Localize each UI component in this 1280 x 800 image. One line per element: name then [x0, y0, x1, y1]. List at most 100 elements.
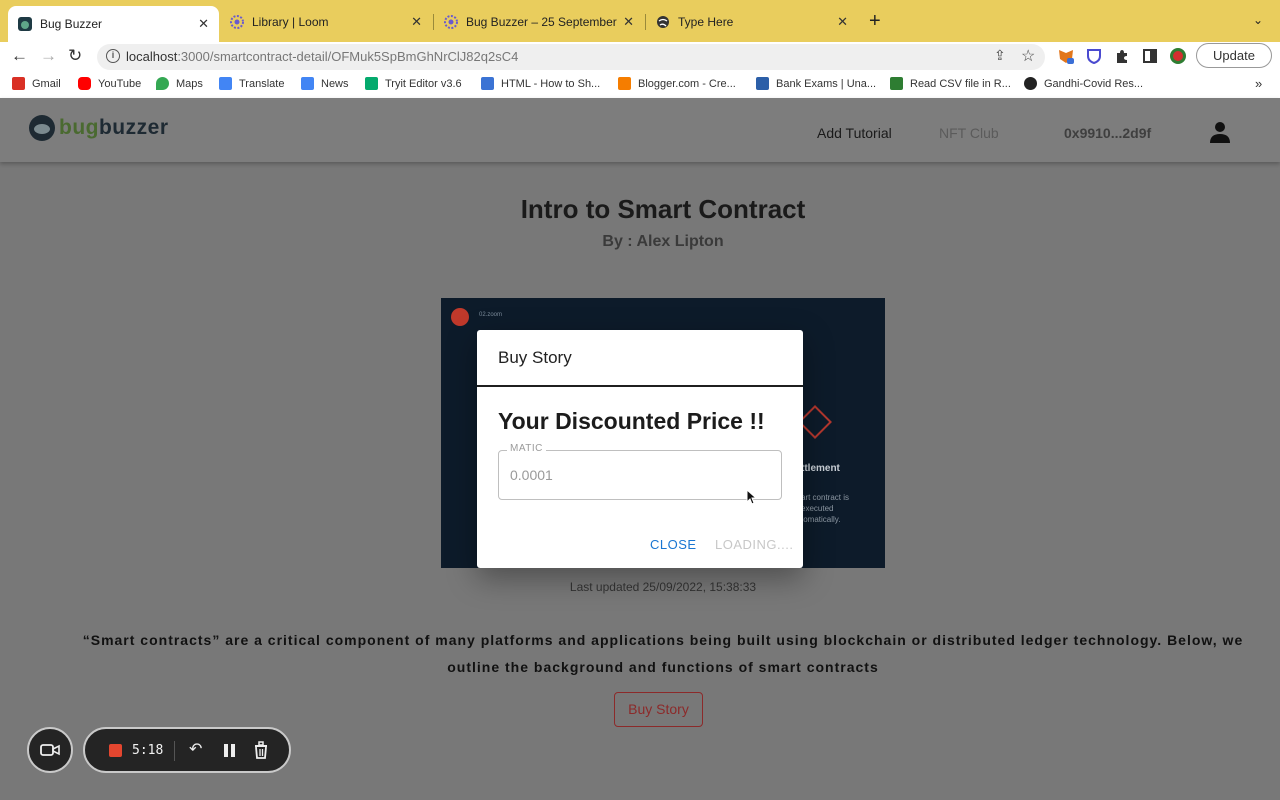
tab-search-chevron-icon[interactable]: ⌄ — [1253, 13, 1263, 27]
bookmark-label: Bank Exams | Una... — [776, 77, 877, 90]
news-icon — [301, 77, 314, 90]
bookmark-label: Translate — [239, 77, 285, 90]
new-tab-button[interactable]: + — [869, 11, 881, 31]
update-button[interactable]: Update — [1196, 43, 1272, 68]
tab-title: Bug Buzzer – 25 September 20 — [466, 15, 618, 29]
globe-icon — [656, 15, 670, 29]
dialog-title: Buy Story — [498, 348, 572, 367]
bookmark-label: Tryit Editor v3.6 — [385, 77, 462, 90]
close-icon[interactable]: ✕ — [623, 14, 634, 30]
bookmark-label: News — [321, 77, 349, 90]
loom-icon — [444, 15, 458, 29]
bugbuzzer-logo[interactable]: bug buzzer — [29, 115, 169, 141]
bookmark-label: Read CSV file in R... — [910, 77, 1011, 90]
matic-price-input[interactable] — [510, 467, 770, 483]
mouse-cursor-icon — [746, 489, 756, 505]
bookmark-label: Gandhi-Covid Res... — [1044, 77, 1144, 90]
video-small-label: 02.zoom — [479, 312, 503, 318]
bookmark-label: Blogger.com - Cre... — [638, 77, 736, 90]
tab-title: Bug Buzzer — [40, 17, 103, 31]
recording-timer: 5:18 — [132, 743, 164, 758]
bookmark-tryit-editor[interactable]: Tryit Editor v3.6 — [365, 77, 462, 90]
more-bookmarks-icon[interactable]: » — [1255, 76, 1262, 91]
bookmark-blogger[interactable]: Blogger.com - Cre... — [618, 77, 736, 90]
nav-add-tutorial[interactable]: Add Tutorial — [817, 125, 892, 141]
video-camera-icon — [40, 744, 60, 756]
bookmark-news[interactable]: News — [301, 77, 349, 90]
bookmark-star-icon[interactable]: ☆ — [1021, 46, 1035, 66]
bookmarks-bar: Gmail YouTube Maps Translate News Tryit … — [0, 72, 1280, 98]
nav-nft-club[interactable]: NFT Club — [939, 125, 999, 141]
w3schools-icon — [365, 77, 378, 90]
wallet-address[interactable]: 0x9910...2d9f — [1064, 125, 1151, 141]
video-heading-text: ttlement — [801, 463, 840, 474]
tab-type-here[interactable]: Type Here ✕ — [646, 7, 858, 37]
restart-undo-icon[interactable]: ↶ — [189, 739, 202, 759]
user-account-icon[interactable] — [1208, 120, 1232, 144]
story-description: “Smart contracts” are a critical compone… — [82, 632, 1244, 675]
close-button[interactable]: CLOSE — [650, 537, 697, 552]
tab-title: Type Here — [678, 15, 734, 29]
url-path: :3000/smartcontract-detail/OFMuk5SpBmGhN… — [177, 49, 519, 64]
video-diamond-graphic — [798, 405, 832, 439]
logo-text-buzzer: buzzer — [98, 116, 169, 139]
metamask-extension-icon[interactable] — [1057, 47, 1075, 65]
blogger-icon — [618, 77, 631, 90]
video-logo-icon — [451, 308, 469, 326]
site-info-icon[interactable]: i — [106, 49, 120, 63]
csv-icon — [890, 77, 903, 90]
bookmark-label: Maps — [176, 77, 203, 90]
dialog-divider — [477, 385, 803, 387]
url-host: localhost — [126, 49, 178, 64]
url-text: localhost:3000/smartcontract-detail/OFMu… — [126, 49, 518, 64]
bookmark-youtube[interactable]: YouTube — [78, 77, 141, 90]
buy-story-button[interactable]: Buy Story — [614, 692, 703, 727]
bookmark-read-csv[interactable]: Read CSV file in R... — [890, 77, 1011, 90]
side-panel-icon[interactable] — [1141, 47, 1159, 65]
gandhi-covid-icon — [1024, 77, 1037, 90]
close-icon[interactable]: ✕ — [837, 14, 848, 30]
profile-avatar-icon[interactable] — [1169, 47, 1187, 65]
recording-controls: 5:18 ↶ — [83, 727, 291, 773]
browser-toolbar: ← → ↻ i localhost:3000/smartcontract-det… — [0, 42, 1280, 72]
discounted-price-heading: Your Discounted Price !! — [498, 408, 765, 434]
matic-price-field[interactable]: MATIC — [498, 443, 782, 500]
html-icon — [481, 77, 494, 90]
tab-bug-buzzer-recording[interactable]: Bug Buzzer – 25 September 20 ✕ — [434, 7, 644, 37]
bookmark-bank-exams[interactable]: Bank Exams | Una... — [756, 77, 876, 90]
bugbuzzer-icon — [18, 17, 32, 31]
tab-title: Library | Loom — [252, 15, 329, 29]
video-side-text: art contract is executed tomatically. — [801, 493, 850, 524]
close-icon[interactable]: ✕ — [411, 14, 422, 30]
puzzle-extensions-icon[interactable] — [1113, 47, 1131, 65]
bookmark-translate[interactable]: Translate — [219, 77, 284, 90]
bookmark-gandhi-covid[interactable]: Gandhi-Covid Res... — [1024, 77, 1143, 90]
author-byline: By : Alex Lipton — [602, 233, 724, 250]
bookmark-label: YouTube — [98, 77, 142, 90]
stop-recording-icon[interactable] — [109, 744, 122, 757]
forward-button[interactable]: → — [40, 46, 57, 66]
gmail-icon — [12, 77, 25, 90]
maps-pin-icon — [156, 77, 169, 90]
pause-icon[interactable] — [224, 744, 236, 757]
tab-library-loom[interactable]: Library | Loom ✕ — [220, 7, 432, 37]
bug-logo-icon — [29, 115, 55, 141]
bank-exams-icon — [756, 77, 769, 90]
reload-button[interactable]: ↻ — [68, 46, 82, 66]
address-bar[interactable]: i localhost:3000/smartcontract-detail/OF… — [97, 44, 1045, 70]
bookmark-gmail[interactable]: Gmail — [12, 77, 61, 90]
bookmark-maps[interactable]: Maps — [156, 77, 203, 90]
camera-toggle-button[interactable] — [27, 727, 73, 773]
site-header: bug buzzer Add Tutorial NFT Club 0x9910..… — [0, 98, 1280, 162]
close-icon[interactable]: ✕ — [198, 16, 209, 32]
shield-extension-icon[interactable] — [1085, 47, 1103, 65]
delete-trash-icon[interactable] — [253, 741, 269, 759]
loading-button[interactable]: LOADING.... — [715, 537, 793, 552]
controls-divider — [174, 741, 175, 761]
bookmark-html-how-to[interactable]: HTML - How to Sh... — [481, 77, 600, 90]
share-icon[interactable]: ⇪ — [994, 47, 1006, 64]
tab-bug-buzzer[interactable]: Bug Buzzer ✕ — [8, 6, 219, 42]
last-updated-text: Last updated 25/09/2022, 15:38:33 — [569, 580, 757, 594]
translate-icon — [219, 77, 232, 90]
back-button[interactable]: ← — [11, 46, 28, 66]
